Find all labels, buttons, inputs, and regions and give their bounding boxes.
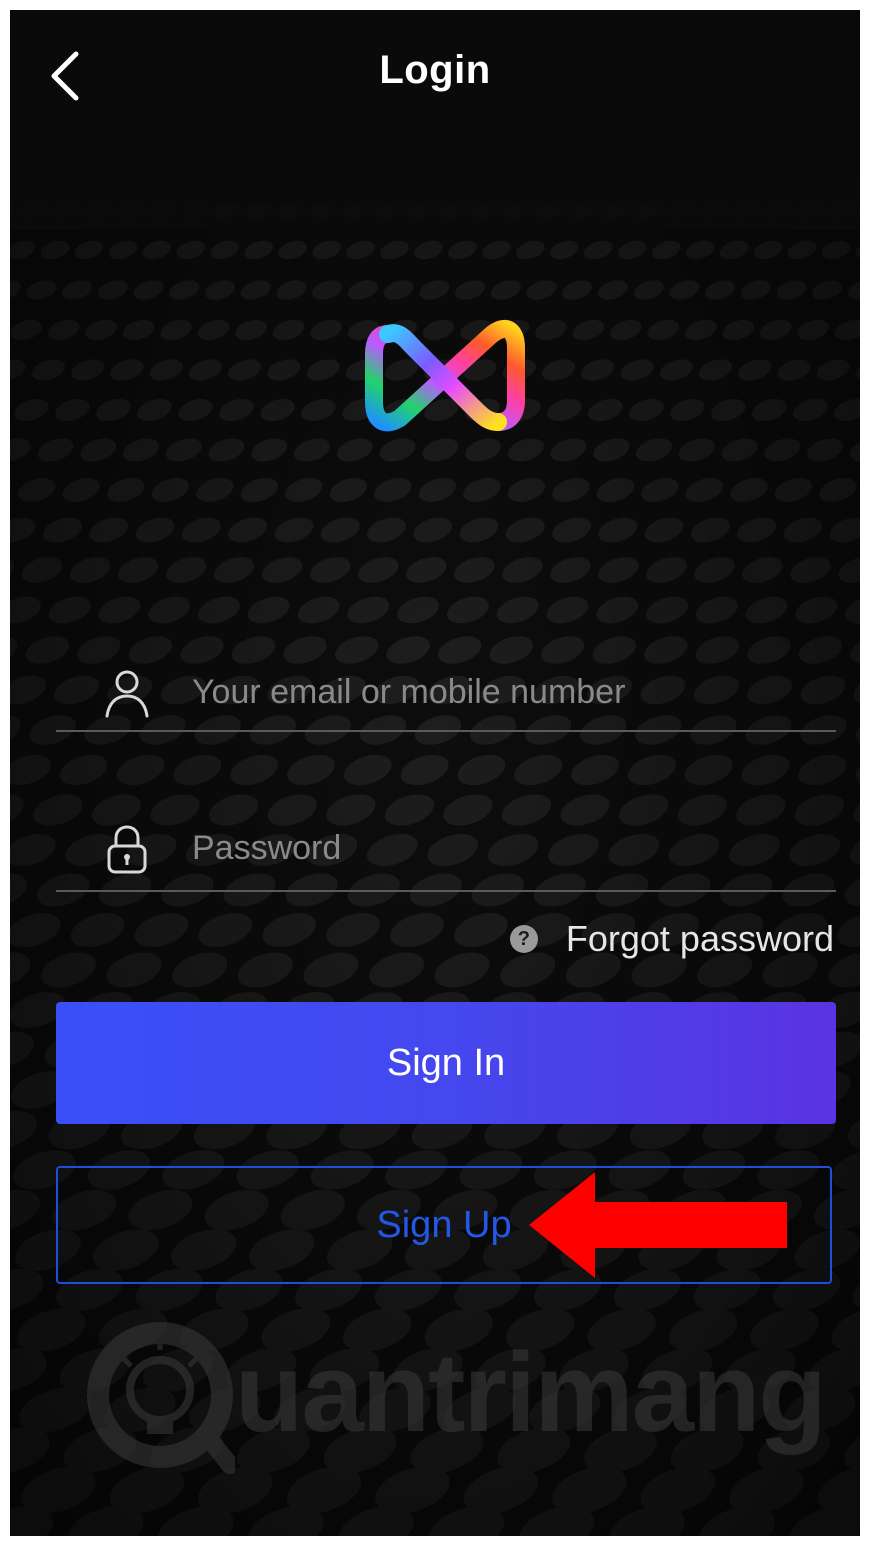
watermark-text: uantrimang bbox=[235, 1330, 827, 1455]
header-bar: Login bbox=[10, 10, 860, 130]
forgot-password-label: Forgot password bbox=[565, 918, 834, 959]
email-input[interactable] bbox=[192, 664, 812, 720]
password-field-container bbox=[56, 810, 836, 892]
sign-in-button[interactable]: Sign In bbox=[56, 1002, 836, 1124]
user-icon bbox=[105, 670, 149, 718]
email-field-container bbox=[56, 650, 836, 732]
background-pattern bbox=[10, 10, 860, 1536]
app-logo-icon bbox=[365, 319, 525, 432]
page-title: Login bbox=[379, 48, 491, 92]
watermark: uantrimang bbox=[85, 1310, 827, 1480]
lock-icon bbox=[107, 825, 147, 874]
forgot-password-link[interactable]: ? Forgot password bbox=[509, 916, 834, 962]
question-circle-icon: ? bbox=[509, 925, 538, 953]
lightbulb-q-logo bbox=[87, 1322, 235, 1474]
login-screen: Login Your email or mobile number ? Forg… bbox=[10, 10, 860, 1536]
password-input[interactable] bbox=[192, 820, 812, 876]
red-arrow-annotation bbox=[529, 1172, 787, 1278]
